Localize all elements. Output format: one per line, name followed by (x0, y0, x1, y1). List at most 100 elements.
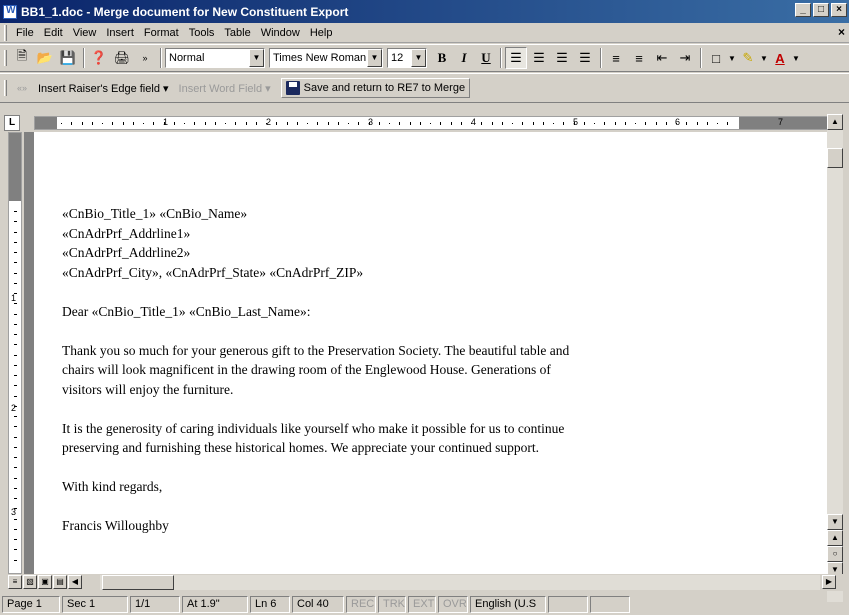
numbering-icon[interactable]: ≡ (605, 47, 627, 69)
close-button[interactable]: × (831, 3, 847, 17)
address-line[interactable]: «CnAdrPrf_Addrline2» (62, 243, 569, 263)
restore-button[interactable]: □ (813, 3, 829, 17)
ruler-tick (14, 508, 17, 510)
status-bar: Page 1 Sec 1 1/1 At 1.9" Ln 6 Col 40 REC… (0, 594, 849, 615)
word-document-icon[interactable] (3, 4, 17, 19)
ruler-tick (563, 122, 565, 125)
menu-format[interactable]: Format (139, 27, 184, 39)
document-body[interactable]: «CnBio_Title_1» «CnBio_Name» «CnAdrPrf_A… (62, 204, 569, 536)
highlight-icon[interactable]: ✎ (737, 47, 759, 69)
style-select[interactable]: Normal ▼ (165, 48, 265, 68)
tab-selector[interactable]: L (4, 115, 20, 131)
status-trk[interactable]: TRK (378, 596, 406, 613)
bullets-icon[interactable]: ≡ (628, 47, 650, 69)
ruler-tick (214, 122, 216, 125)
scroll-right-icon[interactable]: ▶ (822, 575, 836, 589)
ruler-tick (112, 122, 114, 125)
scroll-up-icon[interactable]: ▲ (827, 114, 843, 130)
decrease-indent-icon[interactable]: ⇤ (651, 47, 673, 69)
vertical-scrollbar[interactable]: ▲ ▼ ▲ ○ ▼ (827, 114, 843, 602)
chevron-down-icon[interactable]: ▼ (411, 49, 426, 67)
horizontal-scrollbar[interactable]: ≡ ▧ ▣ ▤ ◀ ▶ (0, 574, 849, 591)
menu-insert[interactable]: Insert (101, 27, 139, 39)
insert-re-field-button[interactable]: Insert Raiser's Edge field ▾ (38, 82, 169, 95)
menu-view[interactable]: View (68, 27, 102, 39)
align-center-icon[interactable]: ☰ (528, 47, 550, 69)
menu-file[interactable]: File (11, 27, 39, 39)
previous-page-icon[interactable]: ▲ (827, 530, 843, 546)
ruler-tick (14, 364, 17, 366)
more-buttons-icon[interactable]: » (134, 47, 156, 69)
align-left-icon[interactable]: ☰ (505, 47, 527, 69)
chevron-down-icon[interactable]: ▼ (792, 47, 800, 69)
print-layout-icon[interactable]: ▣ (38, 575, 52, 589)
menu-window[interactable]: Window (256, 27, 305, 39)
save-icon[interactable]: 💾 (57, 47, 79, 69)
scroll-track[interactable] (100, 575, 820, 590)
minimize-button[interactable]: _ (795, 3, 811, 17)
chevron-down-icon[interactable]: ▼ (728, 47, 736, 69)
document-close-button[interactable]: × (838, 25, 845, 39)
chevron-down-icon[interactable]: ▼ (760, 47, 768, 69)
scroll-thumb[interactable] (102, 575, 174, 590)
browse-object-icon[interactable]: ○ (827, 546, 843, 562)
ruler-tick (102, 123, 103, 124)
chevron-down-icon[interactable]: ▼ (249, 49, 264, 67)
save-return-button[interactable]: Save and return to RE7 to Merge (280, 78, 471, 98)
scroll-down-icon[interactable]: ▼ (827, 514, 843, 530)
menu-help[interactable]: Help (305, 27, 338, 39)
body-line[interactable]: It is the generosity of caring individua… (62, 419, 569, 439)
menu-edit[interactable]: Edit (39, 27, 68, 39)
address-line[interactable]: «CnAdrPrf_Addrline1» (62, 224, 569, 244)
address-line[interactable]: «CnAdrPrf_City», «CnAdrPrf_State» «CnAdr… (62, 263, 569, 283)
horizontal-ruler[interactable]: L 1 2 3 4 5 6 7 (0, 114, 849, 132)
ruler-tick (358, 122, 360, 125)
status-rec[interactable]: REC (346, 596, 376, 613)
print-icon[interactable]: 🖨 (111, 47, 133, 69)
web-layout-icon[interactable]: ▧ (23, 575, 37, 589)
ruler-tick (14, 375, 17, 376)
ruler-tick (276, 122, 278, 125)
body-line[interactable]: preserving and furnishing these historic… (62, 438, 569, 458)
scroll-left-icon[interactable]: ◀ (68, 575, 82, 589)
font-size-select[interactable]: 12 ▼ (387, 48, 427, 68)
menu-tools[interactable]: Tools (184, 27, 220, 39)
chevron-down-icon[interactable]: ▼ (367, 49, 382, 67)
document-page[interactable]: «CnBio_Title_1» «CnBio_Name» «CnAdrPrf_A… (34, 132, 829, 574)
toolbar-grip[interactable] (4, 50, 7, 66)
closing[interactable]: With kind regards, (62, 477, 569, 497)
borders-icon[interactable]: □ (705, 47, 727, 69)
new-document-icon[interactable]: 🗎 (11, 47, 33, 69)
insert-word-field-button[interactable]: Insert Word Field ▾ (179, 82, 271, 95)
ruler-tick (14, 457, 17, 458)
body-line[interactable]: Thank you so much for your generous gift… (62, 341, 569, 361)
menu-table[interactable]: Table (219, 27, 255, 39)
help-icon[interactable]: ❓ (88, 47, 110, 69)
increase-indent-icon[interactable]: ⇥ (674, 47, 696, 69)
align-right-icon[interactable]: ☰ (551, 47, 573, 69)
address-line[interactable]: «CnBio_Title_1» «CnBio_Name» (62, 204, 569, 224)
ruler-track[interactable]: 1 2 3 4 5 6 7 (34, 116, 830, 130)
justify-icon[interactable]: ☰ (574, 47, 596, 69)
menu-grip[interactable] (4, 24, 7, 41)
italic-button[interactable]: I (453, 47, 475, 69)
vertical-ruler[interactable]: 1 2 3 (8, 132, 22, 574)
outline-view-icon[interactable]: ▤ (53, 575, 67, 589)
status-ext[interactable]: EXT (408, 596, 436, 613)
status-ovr[interactable]: OVR (438, 596, 468, 613)
font-select[interactable]: Times New Roman ▼ (269, 48, 383, 68)
field-codes-icon[interactable]: «» (11, 77, 33, 99)
underline-button[interactable]: U (475, 47, 497, 69)
font-color-icon[interactable]: A (769, 47, 791, 69)
signature-name[interactable]: Francis Willoughby (62, 516, 569, 536)
open-folder-icon[interactable]: 📂 (34, 47, 56, 69)
document-area[interactable]: «CnBio_Title_1» «CnBio_Name» «CnAdrPrf_A… (24, 132, 829, 574)
toolbar-grip[interactable] (4, 80, 7, 96)
normal-view-icon[interactable]: ≡ (8, 575, 22, 589)
body-line[interactable]: chairs will look magnificent in the draw… (62, 360, 569, 380)
bold-button[interactable]: B (431, 47, 453, 69)
body-line[interactable]: visitors will enjoy the furniture. (62, 380, 569, 400)
scroll-thumb[interactable] (827, 148, 843, 168)
salutation[interactable]: Dear «CnBio_Title_1» «CnBio_Last_Name»: (62, 302, 569, 322)
